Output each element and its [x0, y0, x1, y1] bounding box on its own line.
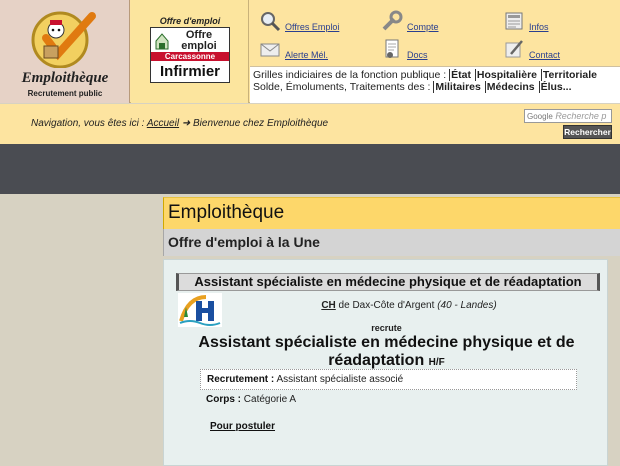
nav-label: Compte: [407, 22, 439, 32]
grille-link-etat[interactable]: État: [449, 69, 472, 81]
job-details: Recrutement : Assistant spécialiste asso…: [200, 369, 577, 411]
detail-row-recrutement: Recrutement : Assistant spécialiste asso…: [200, 369, 577, 390]
detail-value: Assistant spécialiste associé: [276, 374, 404, 385]
breadcrumb-home-link[interactable]: Accueil: [147, 118, 179, 129]
content-heading-bar: Emploithèque: [163, 197, 620, 229]
job-gender-suffix: H/F: [428, 357, 445, 368]
breadcrumb-prefix: Navigation, vous êtes ici :: [31, 118, 145, 129]
salary-grids-box: Grilles indiciaires de la fonction publi…: [250, 66, 620, 103]
pen-icon: [505, 40, 523, 58]
recrute-label: recrute: [371, 323, 402, 333]
grilles-line-1: Grilles indiciaires de la fonction publi…: [253, 69, 620, 81]
site-logo[interactable]: Emploithèque Recrutement public: [0, 0, 130, 103]
solde-link-elus[interactable]: Élus...: [538, 81, 573, 93]
document-icon: [385, 39, 399, 58]
job-title-text: Assistant spécialiste en médecine physiq…: [198, 334, 575, 369]
wrench-icon: [382, 10, 403, 31]
breadcrumb-current: Bienvenue chez Emploithèque: [193, 118, 329, 129]
employer-location: (40 - Landes): [437, 300, 497, 311]
newspaper-icon: [505, 12, 523, 30]
nav-label: Infos: [529, 22, 549, 32]
detail-label: Corps :: [206, 394, 241, 405]
search-button[interactable]: Rechercher: [563, 125, 612, 139]
hospital-logo-icon: [178, 293, 222, 327]
envelope-icon: [260, 43, 280, 57]
job-title: Assistant spécialiste en médecine physiq…: [184, 334, 589, 372]
featured-job-card: Assistant spécialiste en médecine physiq…: [163, 259, 608, 466]
nav-compte[interactable]: Compte: [381, 10, 439, 32]
search-placeholder: Recherche p: [555, 111, 607, 121]
magnifier-icon: [261, 12, 281, 32]
grilles-line-2: Solde, Émoluments, Traitements des : Mil…: [253, 81, 620, 93]
nav-label: Contact: [529, 50, 561, 60]
grilles-prefix: Grilles indiciaires de la fonction publi…: [253, 69, 447, 81]
detail-row-corps: Corps : Catégorie A: [200, 390, 577, 411]
solde-link-medecins[interactable]: Médecins: [484, 81, 536, 93]
employer-link[interactable]: CH: [321, 300, 335, 311]
solde-prefix: Solde, Émoluments, Traitements des :: [253, 81, 431, 93]
nav-label: Alerte Mél.: [285, 50, 329, 60]
featured-offer-panel: Offre d'emploi Offre emploi Carcassonne …: [131, 0, 249, 103]
nav-label: Offres Emploi: [285, 22, 340, 32]
employer-line: CH de Dax-Côte d'Argent (40 - Landes): [224, 300, 594, 311]
section-title: Offre d'emploi à la Une: [168, 234, 320, 250]
section-heading-bar: Offre d'emploi à la Une: [163, 229, 620, 256]
nav-label: Docs: [407, 50, 428, 60]
grille-link-territoriale[interactable]: Territoriale: [540, 69, 598, 81]
nav-contact[interactable]: Contact: [503, 38, 560, 60]
logo-emblem-icon: [31, 11, 96, 68]
nav-offres-emploi[interactable]: Offres Emploi: [259, 10, 339, 32]
job-title-strip[interactable]: Assistant spécialiste en médecine physiq…: [176, 273, 600, 291]
grille-link-hospitaliere[interactable]: Hospitalière: [474, 69, 538, 81]
featured-offer-city: Carcassonne: [151, 52, 229, 61]
dark-banner: [0, 144, 620, 194]
main-nav: Offres Emploi Compte Infos Alerte Mél. D…: [250, 0, 620, 66]
nav-docs[interactable]: Docs: [381, 38, 428, 60]
breadcrumb-arrow-icon: ➜: [181, 118, 191, 129]
detail-label: Recrutement :: [207, 374, 275, 385]
featured-offer-label: Offre d'emploi: [159, 16, 221, 26]
google-logo: Google: [527, 112, 553, 121]
featured-offer-job: Infirmier: [159, 63, 220, 80]
nav-alerte-mel[interactable]: Alerte Mél.: [259, 38, 328, 60]
search-input[interactable]: Google Recherche p: [524, 109, 612, 123]
solde-link-militaires[interactable]: Militaires: [433, 81, 482, 93]
site-header: Emploithèque Recrutement public Offre d'…: [0, 0, 620, 103]
detail-value: Catégorie A: [243, 394, 297, 405]
breadcrumb: Navigation, vous êtes ici : Accueil ➜ Bi…: [31, 118, 328, 129]
logo-name: Emploithèque: [21, 70, 109, 86]
apply-link[interactable]: Pour postuler: [210, 421, 275, 432]
featured-offer-card[interactable]: Offre emploi Carcassonne Infirmier: [150, 27, 230, 83]
logo-subtitle: Recrutement public: [27, 89, 103, 98]
page-title: Emploithèque: [168, 202, 285, 223]
house-icon: [155, 33, 169, 50]
employer-name: de Dax-Côte d'Argent: [338, 300, 435, 311]
nav-infos[interactable]: Infos: [503, 10, 549, 32]
featured-offer-title: Offre emploi: [181, 29, 217, 52]
